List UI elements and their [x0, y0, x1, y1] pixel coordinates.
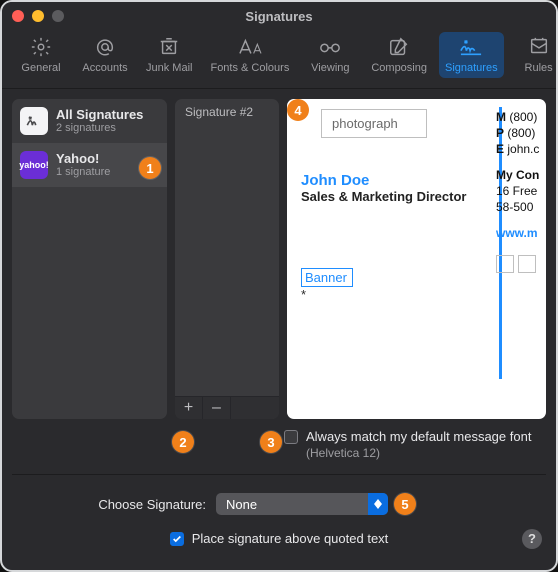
account-sub: 1 signature	[56, 166, 110, 178]
signature-item[interactable]: Signature #2	[175, 99, 279, 125]
callout-badge-4: 4	[287, 99, 309, 121]
window-controls	[12, 10, 64, 22]
tab-label: Viewing	[311, 62, 349, 74]
tab-label: Junk Mail	[146, 62, 192, 74]
preferences-window: Signatures General Accounts Junk Mail Fo…	[0, 0, 558, 572]
glasses-icon	[317, 36, 343, 58]
tab-label: Signatures	[445, 62, 498, 74]
match-font-hint: (Helvetica 12)	[306, 446, 380, 460]
add-signature-button[interactable]: +	[175, 397, 203, 419]
tab-fonts-colours[interactable]: Fonts & Colours	[204, 32, 295, 78]
social-icon-placeholder	[518, 255, 536, 273]
tab-accounts[interactable]: Accounts	[76, 32, 134, 78]
trash-icon	[158, 36, 180, 58]
match-font-checkbox[interactable]	[284, 430, 298, 444]
tab-junk-mail[interactable]: Junk Mail	[140, 32, 198, 78]
signature-list-tools: + –	[175, 396, 279, 419]
place-above-checkbox[interactable]	[170, 532, 184, 546]
tab-label: General	[21, 62, 60, 74]
tab-composing[interactable]: Composing	[365, 32, 433, 78]
place-signature-row: Place signature above quoted text ?	[2, 521, 556, 546]
preview-contact-block: M (800) P (800) E john.c My Con 16 Free …	[496, 109, 540, 277]
photo-placeholder: photograph	[321, 109, 427, 138]
callout-badge-3: 3	[260, 431, 282, 453]
preferences-tabs: General Accounts Junk Mail Fonts & Colou…	[2, 30, 556, 89]
close-window-button[interactable]	[12, 10, 24, 22]
callout-badge-5: 5	[394, 493, 416, 515]
compose-icon	[388, 36, 410, 58]
account-yahoo[interactable]: yahoo! Yahoo! 1 signature 1	[12, 143, 167, 187]
yahoo-icon: yahoo!	[20, 151, 48, 179]
accounts-column: All Signatures 2 signatures yahoo! Yahoo…	[12, 99, 167, 419]
under-columns: 2 3 Always match my default message font…	[2, 429, 556, 493]
tab-general[interactable]: General	[12, 32, 70, 78]
titlebar: Signatures	[2, 2, 556, 30]
signature-preview: 4 photograph M (800) P (800) E john.c My…	[287, 99, 546, 419]
account-sub: 2 signatures	[56, 122, 143, 134]
choose-signature-row: Choose Signature: None 5	[2, 493, 556, 521]
help-button[interactable]: ?	[522, 529, 542, 549]
social-icon-placeholder	[496, 255, 514, 273]
callout-badge-2: 2	[172, 431, 194, 453]
tab-signatures[interactable]: Signatures	[439, 32, 504, 78]
minimize-window-button[interactable]	[32, 10, 44, 22]
signature-glyph-icon	[20, 107, 48, 135]
select-stepper-icon	[368, 493, 388, 515]
place-above-label: Place signature above quoted text	[192, 531, 389, 546]
account-all-signatures[interactable]: All Signatures 2 signatures	[12, 99, 167, 143]
tab-viewing[interactable]: Viewing	[301, 32, 359, 78]
gear-icon	[30, 36, 52, 58]
tab-label: Rules	[525, 62, 553, 74]
match-font-label: Always match my default message font	[306, 429, 531, 444]
choose-signature-label: Choose Signature:	[12, 497, 206, 512]
typography-icon	[237, 36, 263, 58]
content-area: All Signatures 2 signatures yahoo! Yahoo…	[2, 89, 556, 429]
account-title: All Signatures	[56, 108, 143, 122]
remove-signature-button[interactable]: –	[203, 397, 231, 419]
tab-label: Composing	[371, 62, 427, 74]
account-title: Yahoo!	[56, 152, 110, 166]
callout-badge-1: 1	[139, 157, 161, 179]
tab-label: Fonts & Colours	[210, 62, 289, 74]
at-icon	[94, 36, 116, 58]
preview-banner: Banner	[301, 268, 353, 287]
separator	[12, 474, 546, 475]
signature-icon	[458, 36, 484, 58]
signatures-column: Signature #2 + –	[175, 99, 279, 419]
choose-signature-value: None	[226, 497, 257, 512]
window-title: Signatures	[2, 9, 556, 24]
rules-icon	[528, 36, 550, 58]
tab-label: Accounts	[82, 62, 127, 74]
choose-signature-select[interactable]: None	[216, 493, 388, 515]
tab-rules[interactable]: Rules	[510, 32, 558, 78]
zoom-window-button[interactable]	[52, 10, 64, 22]
